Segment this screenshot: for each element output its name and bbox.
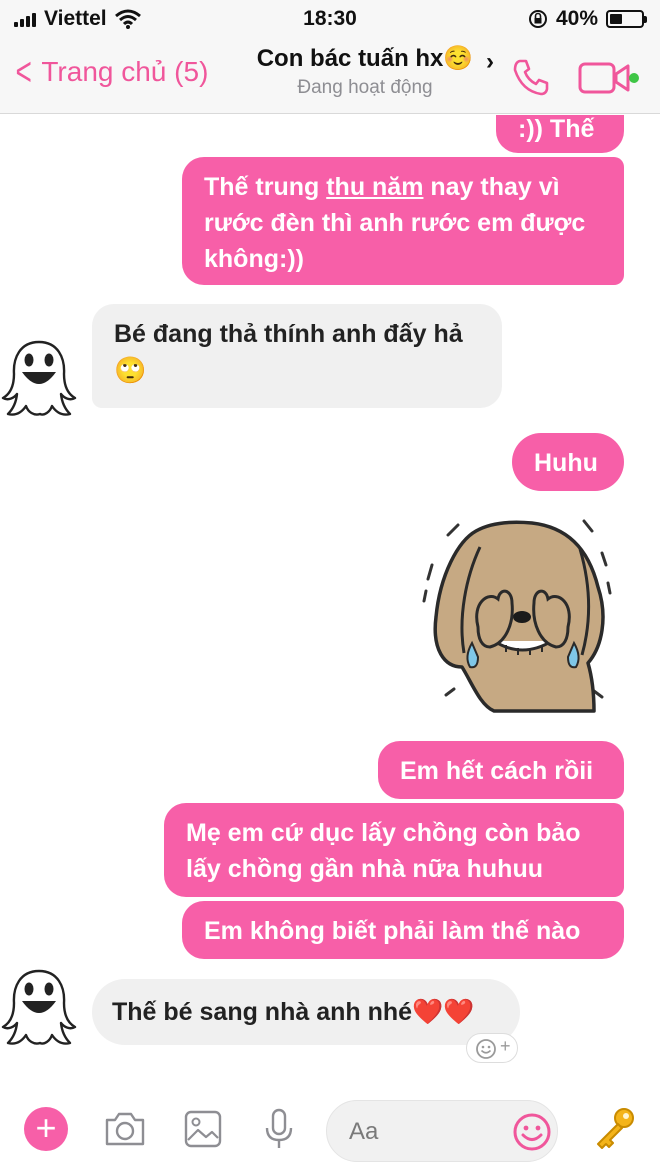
face-with-rolling-eyes-emoji: 🙄 — [114, 355, 147, 385]
camera-icon[interactable] — [102, 1106, 148, 1152]
add-reaction-button[interactable]: + — [466, 1033, 518, 1063]
message-text: Em hết cách rồii — [400, 757, 594, 785]
ghost-avatar[interactable] — [0, 338, 78, 418]
message-text-part: Thế trung — [204, 173, 327, 201]
message-text: lấy chồng gần nhà nữa huhuu — [186, 855, 543, 883]
back-button[interactable]: < Trang chủ (5) — [12, 50, 209, 94]
microphone-icon[interactable] — [256, 1106, 302, 1152]
phone-icon[interactable] — [510, 56, 552, 98]
detected-date-link[interactable]: thu năm — [326, 173, 423, 201]
chevron-left-icon: < — [15, 50, 32, 94]
outgoing-message[interactable]: Thế trung thu năm nay thay vì rước đèn t… — [182, 157, 624, 285]
message-text: Thế bé sang nhà anh nhé — [112, 998, 413, 1026]
message-input[interactable] — [349, 1115, 509, 1149]
heart-emoji: ❤️❤️ — [412, 998, 475, 1026]
incoming-message[interactable]: Bé đang thả thính anh đấy hả 🙄 — [92, 304, 502, 408]
battery-icon — [606, 10, 647, 28]
outgoing-message[interactable]: Huhu — [512, 433, 624, 491]
outgoing-message[interactable]: :)) Thế — [496, 115, 624, 153]
back-label: Trang chủ (5) — [41, 56, 209, 87]
ghost-avatar[interactable] — [0, 967, 78, 1047]
message-text: Mẹ em cứ dục lấy chồng còn bảo — [186, 819, 581, 847]
active-status: Đang hoạt động — [297, 77, 433, 98]
incoming-message[interactable]: Thế bé sang nhà anh nhé❤️❤️ — [92, 979, 520, 1045]
battery-percent: 40% — [555, 7, 598, 30]
message-input-box[interactable] — [326, 1100, 558, 1162]
plus-button[interactable]: + — [24, 1107, 68, 1151]
plus-icon: + — [500, 1036, 511, 1056]
outgoing-message[interactable]: Em hết cách rồii — [378, 741, 624, 799]
video-call-icon[interactable] — [578, 60, 640, 96]
status-bar: Viettel 18:30 40% — [0, 0, 660, 38]
outgoing-message[interactable]: Em không biết phải làm thế nào — [182, 901, 624, 959]
conversation-title-button[interactable]: Con bác tuấn hx☺️ Đang hoạt động › — [240, 44, 494, 99]
message-text: không:)) — [204, 245, 304, 273]
outgoing-message[interactable]: Mẹ em cứ dục lấy chồng còn bảo lấy chồng… — [164, 803, 624, 897]
key-sticker-icon[interactable] — [590, 1104, 638, 1152]
message-text: Bé đang thả thính anh đấy hả — [114, 320, 463, 348]
message-text: :)) Thế — [518, 115, 595, 143]
message-text: rước đèn thì anh rước em được — [204, 209, 586, 237]
rotation-lock-icon — [528, 10, 547, 28]
emoji-icon[interactable] — [511, 1111, 553, 1153]
chevron-right-icon: › — [486, 48, 494, 75]
message-text-part: nay thay vì — [423, 173, 560, 201]
smile-icon — [476, 1039, 496, 1059]
message-list[interactable]: :)) Thế Thế trung thu năm nay thay vì rư… — [0, 115, 660, 1090]
message-composer: + — [0, 1090, 660, 1176]
message-text: Thế trung thu năm nay thay vì — [204, 169, 602, 205]
crying-dog-sticker[interactable] — [418, 507, 618, 713]
message-text: Em không biết phải làm thế nào — [204, 917, 581, 945]
chat-title: Con bác tuấn hx☺️ — [256, 45, 474, 72]
message-text: Huhu — [534, 449, 598, 477]
conversation-header: < Trang chủ (5) Con bác tuấn hx☺️ Đang h… — [0, 38, 660, 114]
image-icon[interactable] — [180, 1106, 226, 1152]
